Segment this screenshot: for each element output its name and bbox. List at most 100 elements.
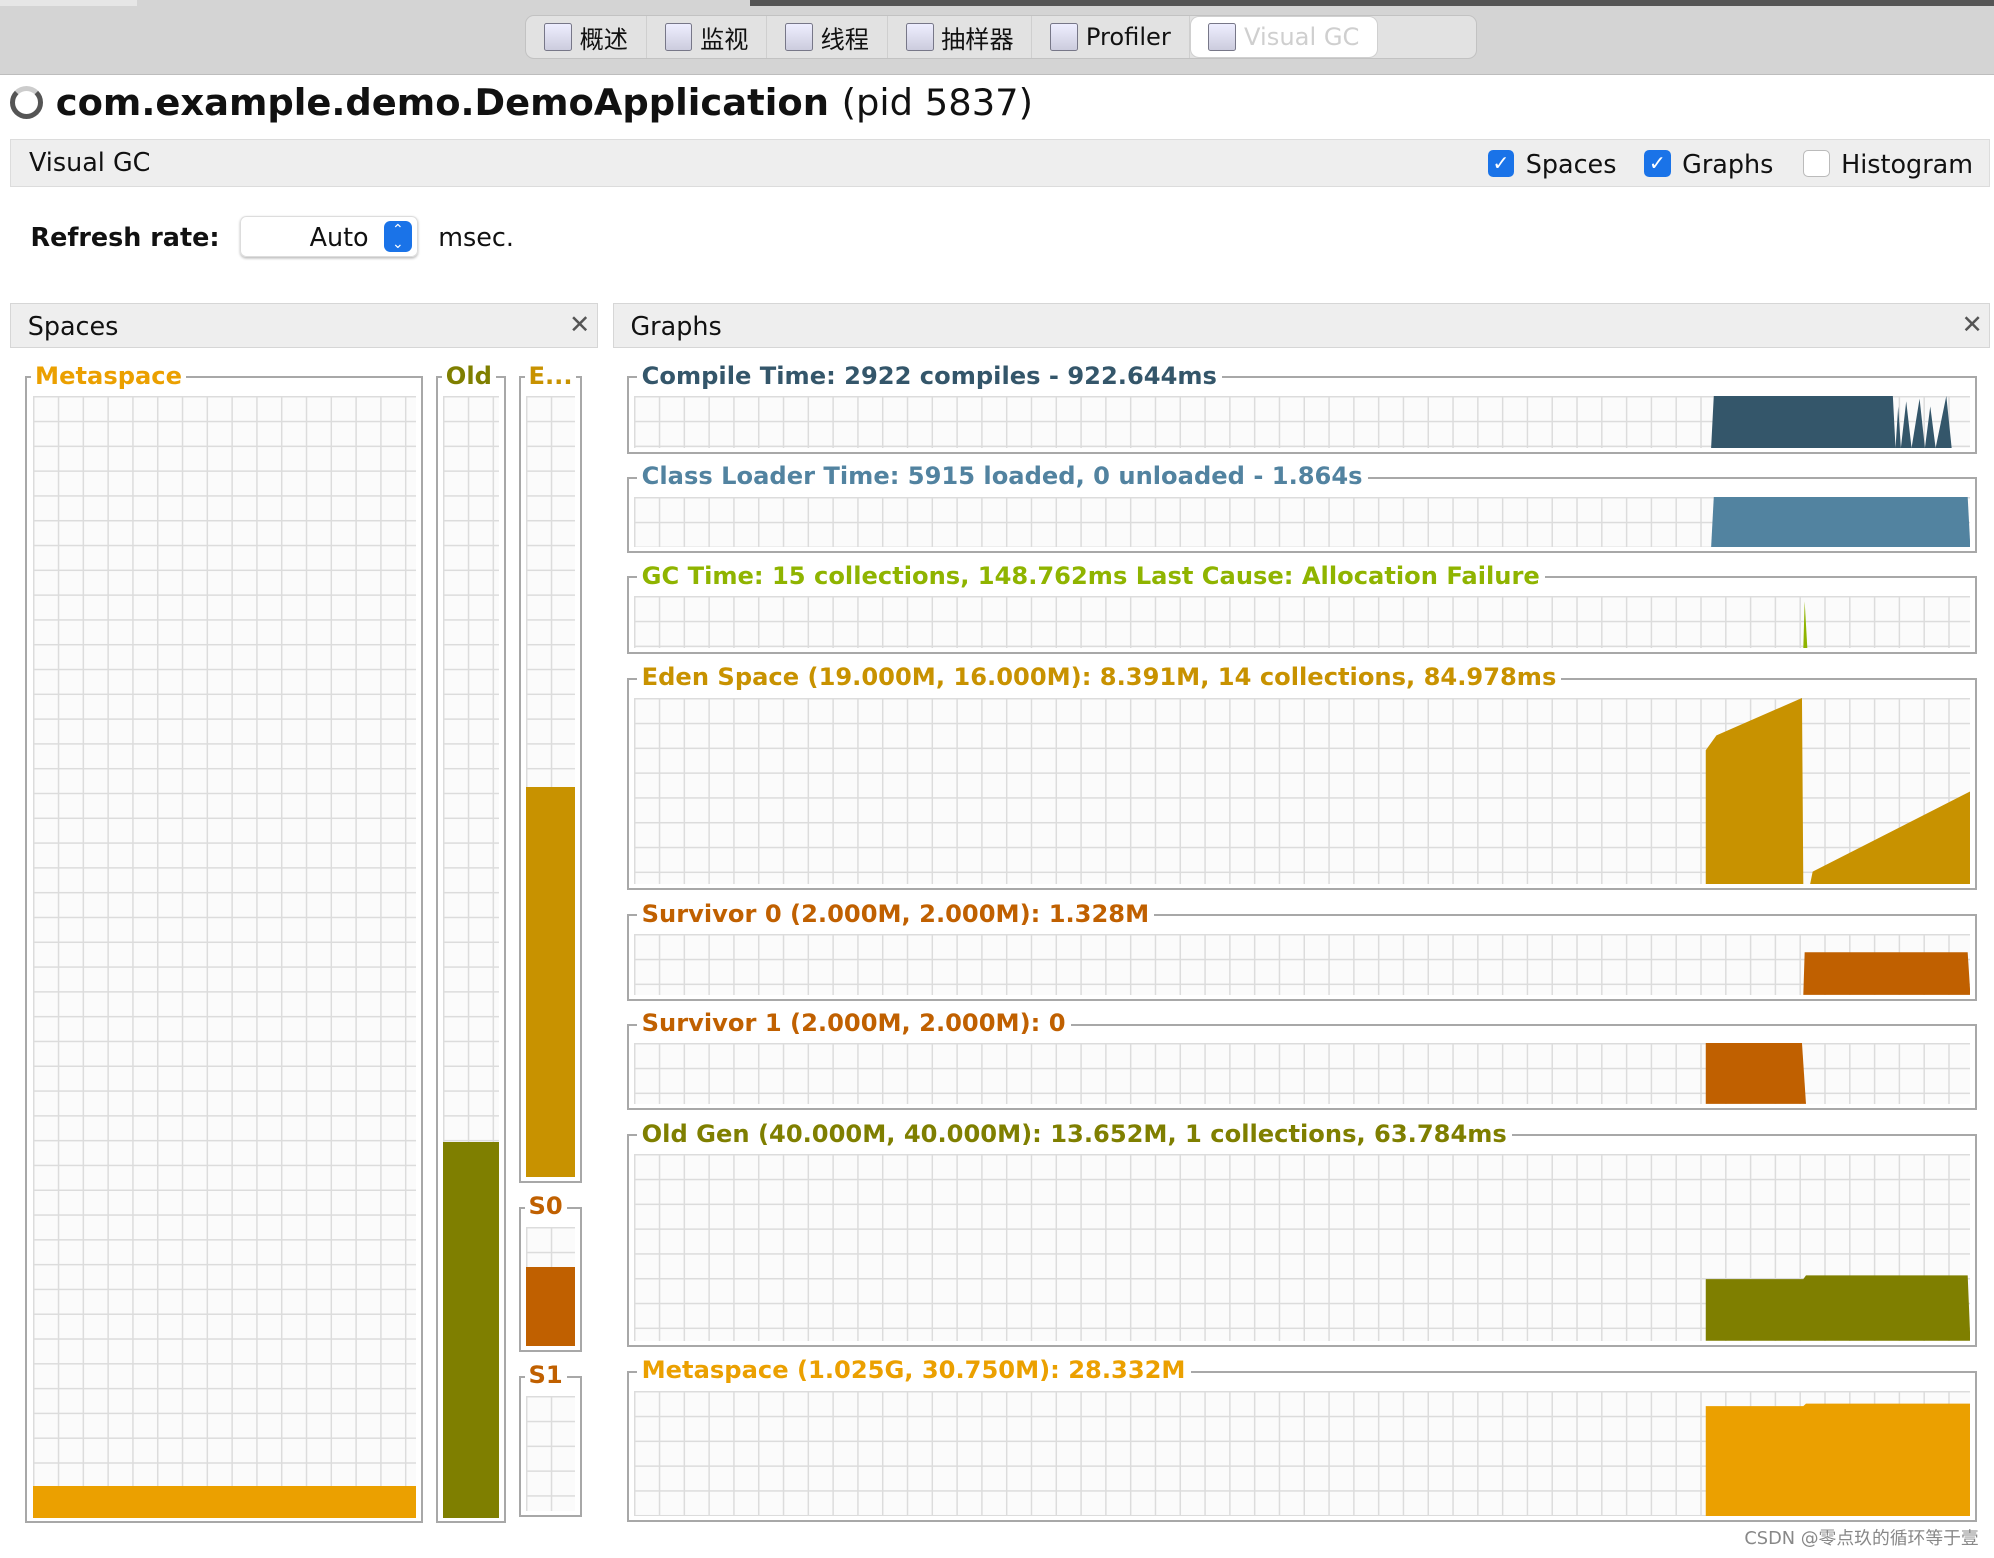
graph-plot (1705, 1403, 1971, 1517)
refresh-rate-select[interactable]: Auto ⌃ ⌄ (239, 216, 418, 257)
graph-plot-area (634, 934, 1971, 995)
graph-plot (1705, 1275, 1971, 1341)
graph-5: Survivor 1 (2.000M, 2.000M): 0 (626, 1009, 1978, 1111)
graphs-panel-title: Graphs (630, 311, 722, 342)
tab-label: 概述 (579, 25, 628, 54)
loading-spinner-icon (10, 86, 44, 120)
graph-title: Eden Space (19.000M, 16.000M): 8.391M, 1… (636, 663, 1562, 691)
space-s1-label: S1 (524, 1361, 567, 1389)
page-title: com.example.demo.DemoApplication (pid 58… (10, 81, 1033, 124)
space-s0-fill (525, 1267, 576, 1346)
spaces-panel-header: Spaces ✕ (10, 302, 598, 349)
tab-profiler[interactable]: Profiler (1032, 16, 1190, 59)
refresh-rate-value: Auto (309, 221, 369, 252)
close-spaces-icon[interactable]: ✕ (569, 309, 590, 339)
graph-plot-area (634, 1043, 1971, 1105)
graph-plot (1705, 697, 1971, 885)
space-eden: E... (518, 361, 583, 1183)
space-s0-grid (525, 1226, 576, 1346)
graph-plot-area (634, 1390, 1971, 1517)
graph-plot-area (634, 595, 1971, 648)
space-s0: S0 (518, 1192, 583, 1352)
space-metaspace-label: Metaspace (31, 361, 186, 390)
graph-area (1711, 496, 1971, 548)
graph-title: Metaspace (1.025G, 30.750M): 28.332M (636, 1356, 1191, 1384)
histogram-label: Histogram (1841, 148, 1973, 179)
space-old-label: Old (441, 361, 496, 390)
tab-label: 监视 (700, 25, 749, 54)
space-metaspace-fill (32, 1486, 417, 1518)
graph-area (1705, 1275, 1971, 1341)
space-eden-label: E... (524, 361, 577, 390)
graph-area (1711, 396, 1952, 449)
graph-title: Survivor 1 (2.000M, 2.000M): 0 (636, 1009, 1071, 1037)
graphs-checkbox[interactable]: ✓ Graphs (1644, 149, 1773, 179)
graph-2: GC Time: 15 collections, 148.762ms Last … (626, 561, 1978, 654)
graph-area (1705, 1043, 1807, 1105)
space-s1-grid (525, 1395, 576, 1512)
graph-plot-area (634, 697, 1971, 885)
profiler-icon (1050, 23, 1079, 52)
graph-title: GC Time: 15 collections, 148.762ms Last … (636, 561, 1545, 590)
graph-title: Survivor 0 (2.000M, 2.000M): 1.328M (636, 899, 1155, 928)
graph-1: Class Loader Time: 5915 loaded, 0 unload… (626, 462, 1978, 554)
graph-plot-area (634, 1154, 1971, 1341)
graphs-panel-header: Graphs ✕ (612, 302, 1991, 349)
checkbox-histogram-box[interactable] (1802, 150, 1830, 177)
graph-plot-area (634, 496, 1971, 548)
spaces-panel-title: Spaces (27, 311, 119, 342)
tab-sampler[interactable]: 抽样器 (888, 16, 1033, 59)
app-name: com.example.demo.DemoApplication (55, 81, 829, 125)
graph-plot (1705, 1043, 1807, 1105)
watermark: CSDN @零点玖的循环等于壹 (1744, 1528, 1979, 1550)
checkbox-graphs-box[interactable]: ✓ (1644, 150, 1671, 177)
graph-area (1803, 601, 1808, 648)
graph-plot (1711, 396, 1952, 449)
space-s0-label: S0 (524, 1192, 567, 1220)
graph-3: Eden Space (19.000M, 16.000M): 8.391M, 1… (626, 663, 1978, 891)
visual-gc-header: Visual GC ✓ Spaces ✓ Graphs Histogram (10, 138, 1991, 187)
graph-plot (1711, 496, 1971, 548)
graph-title: Compile Time: 2922 compiles - 922.644ms (636, 361, 1222, 390)
space-old-grid (443, 396, 500, 1518)
space-eden-grid (525, 396, 576, 1177)
tab-overview[interactable]: 概述 (526, 16, 647, 59)
monitor-icon (664, 23, 693, 52)
close-graphs-icon[interactable]: ✕ (1962, 309, 1983, 339)
spaces-label: Spaces (1525, 148, 1617, 179)
graph-plot-area (634, 396, 1971, 449)
space-s1: S1 (518, 1361, 583, 1518)
refresh-unit: msec. (438, 221, 514, 252)
refresh-rate-row: Refresh rate: Auto ⌃ ⌄ msec. (31, 216, 514, 257)
graph-0: Compile Time: 2922 compiles - 922.644ms (626, 361, 1978, 454)
graph-4: Survivor 0 (2.000M, 2.000M): 1.328M (626, 899, 1978, 1001)
overview-icon (544, 23, 572, 52)
graph-7: Metaspace (1.025G, 30.750M): 28.332M (626, 1356, 1978, 1523)
visualgc-icon (1208, 23, 1237, 52)
tab-label: 线程 (820, 25, 869, 54)
visual-gc-title: Visual GC (28, 147, 151, 178)
tab-label: Visual GC (1244, 23, 1360, 52)
refresh-rate-label: Refresh rate: (30, 221, 220, 252)
tab-visualgc[interactable]: Visual GC (1189, 16, 1379, 59)
space-old: Old (436, 361, 507, 1524)
sampler-icon (905, 23, 934, 52)
space-metaspace-grid (32, 396, 417, 1518)
space-eden-fill (525, 786, 576, 1177)
graphs-label: Graphs (1682, 148, 1774, 179)
graph-area (1705, 1403, 1971, 1517)
graph-title: Class Loader Time: 5915 loaded, 0 unload… (636, 462, 1368, 490)
spaces-checkbox[interactable]: ✓ Spaces (1487, 148, 1617, 179)
graph-area (1803, 952, 1971, 995)
space-old-fill (443, 1141, 500, 1518)
histogram-checkbox[interactable]: Histogram (1802, 148, 1973, 179)
tab-label: Profiler (1085, 23, 1171, 52)
tab-label: 抽样器 (941, 25, 1014, 54)
checkbox-spaces-box[interactable]: ✓ (1487, 150, 1515, 177)
threads-icon (785, 23, 813, 52)
graph-area (1705, 697, 1971, 885)
tab-threads[interactable]: 线程 (767, 16, 888, 59)
tab-monitor[interactable]: 监视 (647, 16, 768, 59)
view-tabs: 概述 监视 线程 抽样器 Profiler Visual GC (525, 15, 1478, 60)
graph-6: Old Gen (40.000M, 40.000M): 13.652M, 1 c… (626, 1119, 1978, 1347)
